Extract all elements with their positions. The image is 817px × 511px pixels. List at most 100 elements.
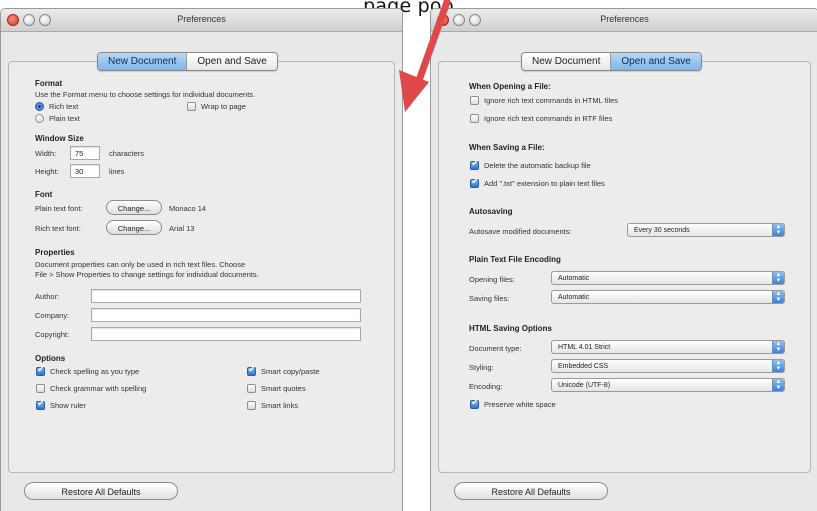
delete-backup-label: Delete the automatic backup file (484, 161, 591, 170)
delete-backup-checkbox[interactable] (470, 158, 479, 170)
rich-text-radio[interactable] (35, 102, 44, 111)
rich-font-change-button[interactable]: Change... (106, 220, 162, 235)
wrap-to-page-checkbox[interactable] (187, 102, 196, 111)
encoding-heading: Plain Text File Encoding (469, 255, 561, 264)
format-heading: Format (35, 79, 63, 88)
html-options-heading: HTML Saving Options (469, 324, 552, 333)
html-encoding-popup[interactable]: Unicode (UTF-8) ▲ ▼ (551, 378, 785, 392)
popup-arrows-icon: ▲ ▼ (772, 379, 784, 391)
smart-links-checkbox[interactable] (247, 401, 256, 410)
saving-heading: When Saving a File: (469, 143, 545, 152)
opening-files-label: Opening files: (469, 275, 515, 284)
author-field[interactable] (91, 289, 361, 303)
restore-defaults-button[interactable]: Restore All Defaults (24, 482, 178, 500)
width-field[interactable]: 75 (70, 146, 100, 160)
window-title: Preferences (600, 14, 649, 24)
width-label: Width: (35, 149, 57, 158)
styling-value: Embedded CSS (558, 363, 609, 370)
autosave-label: Autosave modified documents: (469, 227, 572, 236)
ignore-html-checkbox[interactable] (470, 96, 479, 105)
company-label: Company: (35, 311, 70, 320)
popup-arrows-icon: ▲ ▼ (772, 291, 784, 303)
wrap-to-page-label: Wrap to page (201, 102, 246, 111)
opening-heading: When Opening a File: (469, 82, 551, 91)
popup-arrows-icon: ▲ ▼ (772, 360, 784, 372)
popup-arrows-icon: ▲ ▼ (772, 224, 784, 236)
rich-font-value: Arial 13 (169, 224, 195, 233)
saving-encoding-popup[interactable]: Automatic ▲ ▼ (551, 290, 785, 304)
segmented-tabs: New Document Open and Save (521, 52, 702, 71)
smart-copy-paste-label: Smart copy/paste (261, 367, 320, 376)
ignore-rtf-checkbox[interactable] (470, 114, 479, 123)
styling-label: Styling: (469, 363, 494, 372)
height-unit: lines (109, 167, 125, 176)
red-arrow-icon (399, 0, 451, 112)
preferences-window-open-and-save: Preferences New Document Open and Save W… (430, 8, 817, 511)
window-size-heading: Window Size (35, 134, 84, 143)
autosaving-heading: Autosaving (469, 207, 513, 216)
width-unit: characters (109, 149, 145, 158)
smart-links-label: Smart links (261, 401, 299, 410)
tab-open-and-save[interactable]: Open and Save (610, 53, 701, 70)
check-spelling-label: Check spelling as you type (50, 367, 140, 376)
document-type-popup[interactable]: HTML 4.01 Strict ▲ ▼ (551, 340, 785, 354)
preferences-pane: When Opening a File: Ignore rich text co… (438, 61, 811, 473)
autosave-popup[interactable]: Every 30 seconds ▲ ▼ (627, 223, 785, 237)
tab-new-document[interactable]: New Document (522, 53, 610, 70)
show-ruler-checkbox[interactable] (36, 398, 45, 410)
check-spelling-checkbox[interactable] (36, 364, 45, 376)
window-titlebar[interactable]: Preferences (431, 9, 817, 32)
arrow-shaft (413, 0, 451, 90)
check-grammar-label: Check grammar with spelling (50, 384, 147, 393)
properties-description-1: Document properties can only be used in … (35, 260, 246, 269)
html-encoding-value: Unicode (UTF-8) (558, 382, 611, 389)
plain-text-radio[interactable] (35, 114, 44, 123)
html-encoding-label: Encoding: (469, 382, 503, 391)
preferences-pane: Format Use the Format menu to choose set… (8, 61, 395, 473)
plain-font-change-button[interactable]: Change... (106, 200, 162, 215)
popup-arrows-icon: ▲ ▼ (772, 341, 784, 353)
preferences-window-new-document: Preferences New Document Open and Save F… (0, 8, 403, 511)
copyright-field[interactable] (91, 327, 361, 341)
autosave-value: Every 30 seconds (634, 227, 690, 234)
check-grammar-checkbox[interactable] (36, 384, 45, 393)
show-ruler-label: Show ruler (50, 401, 86, 410)
window-titlebar[interactable]: Preferences (1, 9, 402, 32)
smart-quotes-checkbox[interactable] (247, 384, 256, 393)
rich-text-label: Rich text (49, 102, 79, 111)
saving-encoding-value: Automatic (558, 294, 590, 301)
styling-popup[interactable]: Embedded CSS ▲ ▼ (551, 359, 785, 373)
plain-font-value: Monaco 14 (169, 204, 207, 213)
tab-open-and-save[interactable]: Open and Save (186, 53, 277, 70)
properties-description-2: File > Show Properties to change setting… (35, 270, 259, 279)
arrow-head (399, 70, 429, 112)
popup-arrows-icon: ▲ ▼ (772, 272, 784, 284)
height-label: Height: (35, 167, 59, 176)
options-heading: Options (35, 354, 66, 363)
opening-encoding-popup[interactable]: Automatic ▲ ▼ (551, 271, 785, 285)
font-heading: Font (35, 190, 53, 199)
properties-heading: Properties (35, 248, 75, 257)
document-type-label: Document type: (469, 344, 522, 353)
plain-font-label: Plain text font: (35, 204, 83, 213)
rich-font-label: Rich text font: (35, 224, 81, 233)
window-title: Preferences (177, 14, 226, 24)
opening-encoding-value: Automatic (558, 275, 590, 282)
format-description: Use the Format menu to choose settings f… (35, 90, 256, 99)
copyright-label: Copyright: (35, 330, 70, 339)
ignore-rtf-label: Ignore rich text commands in RTF files (484, 114, 613, 123)
add-txt-extension-checkbox[interactable] (470, 176, 479, 188)
preserve-white-space-checkbox[interactable] (470, 397, 479, 409)
ignore-html-label: Ignore rich text commands in HTML files (484, 96, 618, 105)
restore-defaults-button[interactable]: Restore All Defaults (454, 482, 608, 500)
plain-text-label: Plain text (49, 114, 80, 123)
saving-files-label: Saving files: (469, 294, 510, 303)
company-field[interactable] (91, 308, 361, 322)
segmented-tabs: New Document Open and Save (97, 52, 278, 71)
height-field[interactable]: 30 (70, 164, 100, 178)
add-txt-extension-label: Add ".txt" extension to plain text files (484, 179, 605, 188)
smart-quotes-label: Smart quotes (261, 384, 306, 393)
preserve-white-space-label: Preserve white space (484, 400, 556, 409)
tab-new-document[interactable]: New Document (98, 53, 187, 70)
smart-copy-paste-checkbox[interactable] (247, 364, 256, 376)
